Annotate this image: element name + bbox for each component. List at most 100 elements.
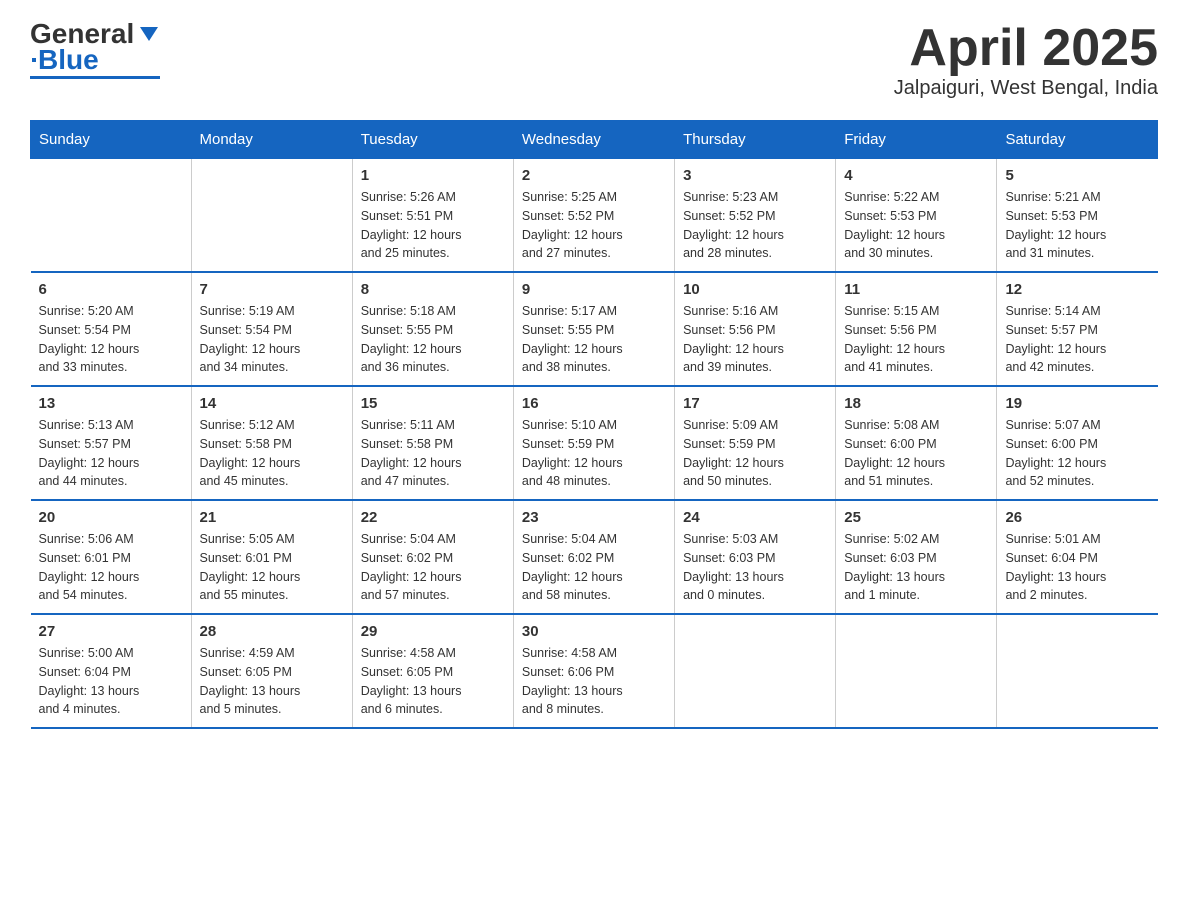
day-info: Sunrise: 5:12 AM Sunset: 5:58 PM Dayligh… [200, 416, 344, 491]
calendar-cell: 2Sunrise: 5:25 AM Sunset: 5:52 PM Daylig… [513, 159, 674, 273]
calendar-cell: 26 Sunrise: 5:01 AM Sunset: 6:04 PM Dayli… [997, 500, 1158, 614]
calendar-cell: 14 Sunrise: 5:12 AM Sunset: 5:58 PM Dayli… [191, 386, 352, 500]
day-info: Sunrise: 5:04 AM Sunset: 6:02 PM Dayligh… [361, 530, 505, 605]
day-info: Sunrise: 5:21 AM Sunset: 5:53 PM Dayligh… [1005, 188, 1149, 263]
day-number: 17 [683, 395, 827, 412]
calendar-cell: 19 Sunrise: 5:07 AM Sunset: 6:00 PM Dayli… [997, 386, 1158, 500]
calendar-cell [675, 614, 836, 728]
calendar-cell: 5 Sunrise: 5:21 AM Sunset: 5:53 PM Daylig… [997, 159, 1158, 273]
day-number: 19 [1005, 395, 1149, 412]
day-number: 21 [200, 509, 344, 526]
calendar-cell: 12Sunrise: 5:14 AM Sunset: 5:57 PM Dayli… [997, 272, 1158, 386]
calendar-cell: 24 Sunrise: 5:03 AM Sunset: 6:03 PM Dayli… [675, 500, 836, 614]
day-number: 6 [39, 281, 183, 298]
day-number: 10 [683, 281, 827, 298]
day-info: Sunrise: 5:11 AM Sunset: 5:58 PM Dayligh… [361, 416, 505, 491]
day-info: Sunrise: 5:15 AM Sunset: 5:56 PM Dayligh… [844, 302, 988, 377]
calendar-cell: 20 Sunrise: 5:06 AM Sunset: 6:01 PM Dayli… [31, 500, 192, 614]
calendar-cell: 9 Sunrise: 5:17 AM Sunset: 5:55 PM Daylig… [513, 272, 674, 386]
day-number: 4 [844, 167, 988, 184]
page-header: General Blue April 2025 Jalpaiguri, West… [30, 20, 1158, 100]
day-number: 25 [844, 509, 988, 526]
calendar-cell: 21Sunrise: 5:05 AM Sunset: 6:01 PM Dayli… [191, 500, 352, 614]
calendar-cell: 7Sunrise: 5:19 AM Sunset: 5:54 PM Daylig… [191, 272, 352, 386]
day-number: 9 [522, 281, 666, 298]
day-number: 16 [522, 395, 666, 412]
calendar-cell: 1Sunrise: 5:26 AM Sunset: 5:51 PM Daylig… [352, 159, 513, 273]
calendar-cell: 4Sunrise: 5:22 AM Sunset: 5:53 PM Daylig… [836, 159, 997, 273]
day-number: 30 [522, 623, 666, 640]
day-number: 15 [361, 395, 505, 412]
calendar-header-thursday: Thursday [675, 121, 836, 159]
calendar-cell [997, 614, 1158, 728]
day-info: Sunrise: 5:17 AM Sunset: 5:55 PM Dayligh… [522, 302, 666, 377]
day-info: Sunrise: 5:02 AM Sunset: 6:03 PM Dayligh… [844, 530, 988, 605]
calendar-header-row: SundayMondayTuesdayWednesdayThursdayFrid… [31, 121, 1158, 159]
calendar-cell: 17Sunrise: 5:09 AM Sunset: 5:59 PM Dayli… [675, 386, 836, 500]
day-info: Sunrise: 5:18 AM Sunset: 5:55 PM Dayligh… [361, 302, 505, 377]
day-number: 8 [361, 281, 505, 298]
calendar-cell: 30 Sunrise: 4:58 AM Sunset: 6:06 PM Dayli… [513, 614, 674, 728]
day-info: Sunrise: 5:08 AM Sunset: 6:00 PM Dayligh… [844, 416, 988, 491]
day-info: Sunrise: 5:26 AM Sunset: 5:51 PM Dayligh… [361, 188, 505, 263]
day-info: Sunrise: 4:58 AM Sunset: 6:05 PM Dayligh… [361, 644, 505, 719]
day-info: Sunrise: 5:06 AM Sunset: 6:01 PM Dayligh… [39, 530, 183, 605]
month-title: April 2025 [894, 20, 1158, 77]
calendar-cell [836, 614, 997, 728]
calendar-cell: 27Sunrise: 5:00 AM Sunset: 6:04 PM Dayli… [31, 614, 192, 728]
logo-underline [30, 76, 160, 79]
calendar-cell: 13Sunrise: 5:13 AM Sunset: 5:57 PM Dayli… [31, 386, 192, 500]
calendar-cell: 18 Sunrise: 5:08 AM Sunset: 6:00 PM Dayli… [836, 386, 997, 500]
calendar-cell: 11 Sunrise: 5:15 AM Sunset: 5:56 PM Dayli… [836, 272, 997, 386]
day-info: Sunrise: 5:16 AM Sunset: 5:56 PM Dayligh… [683, 302, 827, 377]
calendar-week-row: 20 Sunrise: 5:06 AM Sunset: 6:01 PM Dayli… [31, 500, 1158, 614]
calendar-table: SundayMondayTuesdayWednesdayThursdayFrid… [30, 120, 1158, 729]
day-info: Sunrise: 4:58 AM Sunset: 6:06 PM Dayligh… [522, 644, 666, 719]
title-section: April 2025 Jalpaiguri, West Bengal, Indi… [894, 20, 1158, 100]
day-number: 12 [1005, 281, 1149, 298]
location-subtitle: Jalpaiguri, West Bengal, India [894, 77, 1158, 100]
day-number: 24 [683, 509, 827, 526]
day-info: Sunrise: 5:07 AM Sunset: 6:00 PM Dayligh… [1005, 416, 1149, 491]
calendar-cell: 8 Sunrise: 5:18 AM Sunset: 5:55 PM Daylig… [352, 272, 513, 386]
calendar-cell [191, 159, 352, 273]
day-info: Sunrise: 5:04 AM Sunset: 6:02 PM Dayligh… [522, 530, 666, 605]
calendar-cell: 3Sunrise: 5:23 AM Sunset: 5:52 PM Daylig… [675, 159, 836, 273]
calendar-header-monday: Monday [191, 121, 352, 159]
calendar-cell: 29 Sunrise: 4:58 AM Sunset: 6:05 PM Dayli… [352, 614, 513, 728]
calendar-cell [31, 159, 192, 273]
day-number: 18 [844, 395, 988, 412]
calendar-cell: 25 Sunrise: 5:02 AM Sunset: 6:03 PM Dayli… [836, 500, 997, 614]
day-info: Sunrise: 5:13 AM Sunset: 5:57 PM Dayligh… [39, 416, 183, 491]
day-number: 27 [39, 623, 183, 640]
calendar-header-saturday: Saturday [997, 121, 1158, 159]
calendar-cell: 28 Sunrise: 4:59 AM Sunset: 6:05 PM Dayli… [191, 614, 352, 728]
calendar-cell: 16Sunrise: 5:10 AM Sunset: 5:59 PM Dayli… [513, 386, 674, 500]
calendar-cell: 6 Sunrise: 5:20 AM Sunset: 5:54 PM Daylig… [31, 272, 192, 386]
calendar-week-row: 1Sunrise: 5:26 AM Sunset: 5:51 PM Daylig… [31, 159, 1158, 273]
day-info: Sunrise: 5:01 AM Sunset: 6:04 PM Dayligh… [1005, 530, 1149, 605]
day-number: 23 [522, 509, 666, 526]
calendar-cell: 15 Sunrise: 5:11 AM Sunset: 5:58 PM Dayli… [352, 386, 513, 500]
day-number: 7 [200, 281, 344, 298]
day-number: 5 [1005, 167, 1149, 184]
day-number: 29 [361, 623, 505, 640]
day-number: 26 [1005, 509, 1149, 526]
day-info: Sunrise: 5:03 AM Sunset: 6:03 PM Dayligh… [683, 530, 827, 605]
day-info: Sunrise: 5:20 AM Sunset: 5:54 PM Dayligh… [39, 302, 183, 377]
logo-text-blue: Blue [38, 46, 99, 74]
calendar-cell: 10 Sunrise: 5:16 AM Sunset: 5:56 PM Dayli… [675, 272, 836, 386]
day-number: 28 [200, 623, 344, 640]
calendar-header-sunday: Sunday [31, 121, 192, 159]
day-info: Sunrise: 5:23 AM Sunset: 5:52 PM Dayligh… [683, 188, 827, 263]
calendar-week-row: 6 Sunrise: 5:20 AM Sunset: 5:54 PM Daylig… [31, 272, 1158, 386]
day-info: Sunrise: 5:25 AM Sunset: 5:52 PM Dayligh… [522, 188, 666, 263]
calendar-cell: 22 Sunrise: 5:04 AM Sunset: 6:02 PM Dayli… [352, 500, 513, 614]
logo-triangle-icon [138, 23, 160, 45]
day-number: 11 [844, 281, 988, 298]
calendar-cell: 23 Sunrise: 5:04 AM Sunset: 6:02 PM Dayli… [513, 500, 674, 614]
day-number: 20 [39, 509, 183, 526]
day-number: 22 [361, 509, 505, 526]
day-info: Sunrise: 4:59 AM Sunset: 6:05 PM Dayligh… [200, 644, 344, 719]
day-number: 14 [200, 395, 344, 412]
